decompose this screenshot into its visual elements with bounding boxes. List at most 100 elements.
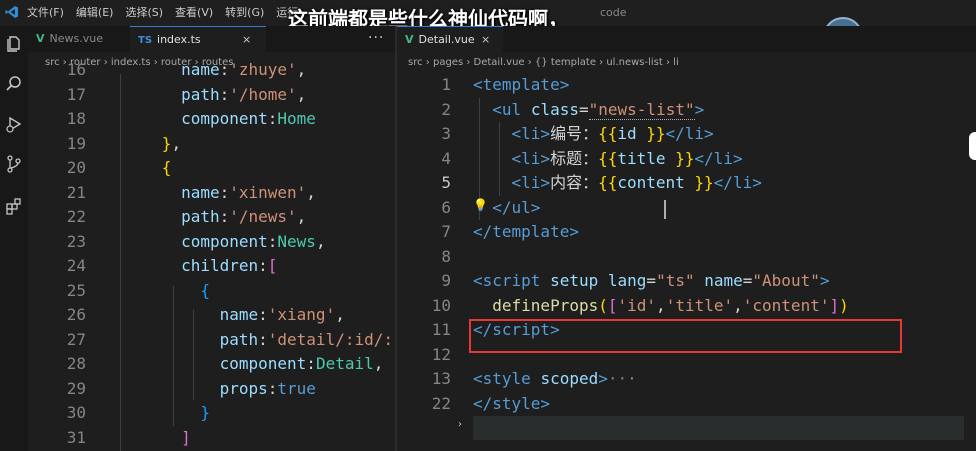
code-text: component:Detail,: [219, 354, 384, 373]
close-tab-icon[interactable]: ×: [242, 27, 251, 53]
line-number: 26: [66, 305, 86, 324]
right-editor-group: V Detail.vue × src › pages › Detail.vue ›…: [397, 26, 976, 451]
code-line: 27 path:'detail/:id/:: [28, 328, 395, 353]
code-editor-right[interactable]: 💡 › 1 <template> 2 <ul class="news-list"> 3…: [397, 74, 976, 451]
activity-bar: [0, 26, 28, 451]
code-line: 24 children:[: [28, 254, 395, 279]
code-line: 9 <script setup lang="ts" name="About">: [397, 269, 976, 294]
code-text: name:'xiang',: [219, 305, 345, 324]
line-number: 1: [441, 75, 451, 94]
menu-item[interactable]: 查看(V): [175, 0, 213, 26]
breadcrumb-item[interactable]: li: [673, 57, 679, 68]
code-line: 3 <li>编号：{{id }}</li>: [397, 122, 976, 147]
code-line: 1 <template>: [397, 73, 976, 98]
code-line: 19 },: [28, 132, 395, 157]
current-line-highlight: [473, 416, 976, 440]
line-number: 29: [66, 378, 86, 398]
code-line: 12: [397, 343, 976, 368]
code-text: path:'detail/:id/:: [219, 329, 393, 349]
code-text: defineProps(['id','title','content']): [492, 295, 849, 315]
tab-news-vue[interactable]: V News.vue: [28, 26, 134, 52]
breadcrumb-separator-icon: ›: [422, 57, 433, 68]
menu-item[interactable]: 编辑(E): [76, 0, 114, 26]
line-number: 4: [441, 148, 451, 168]
code-text: component:News,: [181, 231, 326, 251]
breadcrumb-item[interactable]: pages: [433, 57, 463, 68]
breadcrumb-separator-icon: ›: [662, 57, 674, 68]
code-text: <li>内容：{{content }}</li>: [511, 173, 762, 192]
line-number: 16: [66, 60, 86, 79]
code-text: </ul>: [492, 197, 541, 217]
code-line: 31 ]: [28, 426, 395, 451]
code-line: 7 </template>: [397, 220, 976, 245]
tab-label: News.vue: [49, 32, 103, 45]
line-number: 27: [66, 329, 86, 349]
typescript-file-icon: TS: [138, 35, 153, 46]
code-line: 16 name:'zhuye',: [28, 58, 395, 83]
run-debug-icon[interactable]: [4, 114, 24, 134]
line-number: 11: [431, 320, 451, 339]
code-text: <li>标题：{{title }}</li>: [511, 148, 743, 168]
line-number: 24: [66, 256, 86, 275]
tab-label: Detail.vue: [418, 33, 475, 46]
breadcrumb-separator-icon: ›: [524, 57, 535, 68]
more-actions-icon[interactable]: ···: [368, 26, 384, 50]
vue-file-icon: V: [36, 32, 45, 45]
line-number: 19: [66, 133, 86, 153]
vscode-logo-icon: [5, 6, 18, 18]
code-line: 4 <li>标题：{{title }}</li>: [397, 147, 976, 172]
code-line: 23 component:News,: [28, 230, 395, 255]
line-number: 13: [431, 369, 451, 388]
right-tab-bar: V Detail.vue ×: [397, 26, 976, 53]
code-line: 25 {: [28, 279, 395, 304]
breadcrumb-item[interactable]: Detail.vue: [474, 57, 525, 68]
breadcrumb-item[interactable]: src: [408, 57, 423, 68]
breadcrumb: src › pages › Detail.vue › {} template ›…: [397, 52, 976, 74]
code-line: 30 }: [28, 401, 395, 426]
code-text: children:[: [181, 256, 278, 275]
line-number: 22: [431, 393, 451, 413]
line-number: 18: [66, 109, 86, 128]
code-line: 2 <ul class="news-list">: [397, 98, 976, 123]
line-number: 23: [66, 231, 86, 251]
code-text: {: [161, 158, 172, 177]
code-line: 8: [397, 245, 976, 270]
code-text: {: [200, 280, 210, 300]
breadcrumb-separator-icon: ›: [463, 57, 474, 68]
tab-detail-vue[interactable]: V Detail.vue ×: [397, 26, 503, 53]
code-line: 10 defineProps(['id','title','content']): [397, 294, 976, 319]
code-text: <template>: [473, 75, 570, 94]
menu-item[interactable]: 文件(F): [27, 0, 64, 26]
line-number: 2: [441, 99, 451, 119]
breadcrumb-item[interactable]: ul.news-list: [606, 57, 662, 68]
code-text: path:'/news',: [181, 207, 307, 226]
source-control-icon[interactable]: [4, 154, 24, 174]
breadcrumb-item[interactable]: {} template: [535, 57, 596, 68]
line-number: 12: [431, 344, 451, 364]
code-text: <ul class="news-list">: [492, 99, 705, 120]
code-line: 6 </ul>: [397, 196, 976, 221]
code-text: path:'/home',: [181, 84, 307, 104]
line-number: 28: [66, 354, 86, 373]
code-text: ]: [181, 427, 191, 447]
tab-index-ts[interactable]: TS index.ts ×: [130, 26, 266, 53]
tab-label: index.ts: [157, 33, 201, 46]
code-text: },: [161, 133, 182, 153]
search-icon[interactable]: [4, 74, 24, 94]
code-line: 22 </style>: [397, 392, 976, 417]
line-number: 22: [66, 207, 86, 226]
line-number: 25: [66, 280, 86, 300]
code-text: name:'zhuye',: [181, 60, 307, 79]
menu-item[interactable]: 选择(S): [125, 0, 163, 26]
code-text: }: [200, 403, 210, 422]
code-text: </script>: [473, 320, 560, 339]
menu-item[interactable]: 转到(G): [225, 0, 264, 26]
extensions-icon[interactable]: [4, 196, 24, 216]
edge-handle: [969, 132, 976, 160]
line-number: 21: [66, 182, 86, 202]
vue-file-icon: V: [405, 33, 414, 46]
explorer-icon[interactable]: [4, 34, 24, 54]
code-editor-left[interactable]: 16 name:'zhuye', 17 path:'/home', 18 compo…: [28, 60, 395, 451]
close-tab-icon[interactable]: ×: [481, 27, 490, 53]
fold-chevron-icon[interactable]: ›: [458, 419, 462, 430]
